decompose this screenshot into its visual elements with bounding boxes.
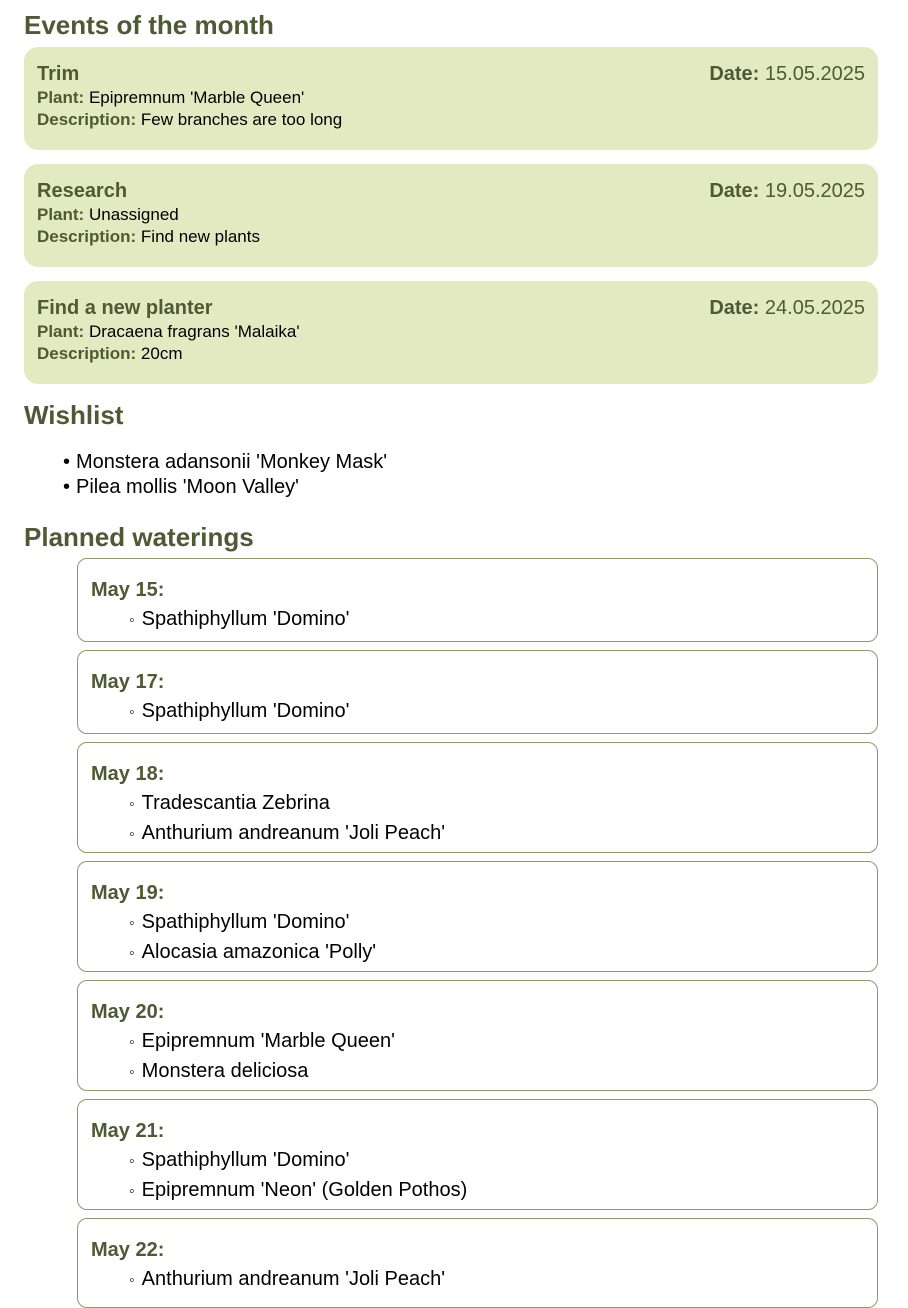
watering-date: May 19: [91, 882, 165, 904]
watering-plants: Anthurium andreanum 'Joli Peach' [91, 1265, 864, 1295]
event-plant: Plant: Unassigned [37, 204, 865, 226]
watering-plant: Epipremnum 'Marble Queen' [129, 1027, 864, 1057]
event-name: Research [37, 180, 128, 202]
watering-card[interactable]: May 18: Tradescantia Zebrina Anthurium a… [77, 742, 878, 853]
watering-plant: Anthurium andreanum 'Joli Peach' [129, 819, 864, 849]
event-name: Trim [37, 63, 80, 85]
plant-value: Unassigned [88, 205, 179, 224]
page: Events of the month Trim Date: 15.05.202… [0, 0, 908, 1308]
description-label: Description: [37, 344, 137, 363]
description-value: Find new plants [140, 227, 260, 246]
watering-card[interactable]: May 22: Anthurium andreanum 'Joli Peach' [77, 1218, 878, 1308]
watering-plant: Alocasia amazonica 'Polly' [129, 938, 864, 968]
watering-plant: Spathiphyllum 'Domino' [129, 1146, 864, 1176]
event-plant: Plant: Dracaena fragrans 'Malaika' [37, 321, 865, 343]
event-card[interactable]: Find a new planter Date: 24.05.2025 Plan… [24, 281, 878, 384]
watering-plant: Epipremnum 'Neon' (Golden Pothos) [129, 1176, 864, 1206]
watering-card[interactable]: May 20: Epipremnum 'Marble Queen' Monste… [77, 980, 878, 1091]
event-date: Date: 19.05.2025 [709, 180, 865, 203]
watering-card[interactable]: May 17: Spathiphyllum 'Domino' [77, 650, 878, 734]
plant-label: Plant: [37, 88, 85, 107]
date-label: Date: [709, 180, 760, 202]
watering-card[interactable]: May 21: Spathiphyllum 'Domino' Epipremnu… [77, 1099, 878, 1210]
watering-plant: Tradescantia Zebrina [129, 789, 864, 819]
watering-date: May 17: [91, 671, 165, 693]
watering-date: May 18: [91, 763, 165, 785]
wishlist-title: Wishlist [24, 400, 124, 430]
waterings-list: May 15: Spathiphyllum 'Domino' May 17: S… [77, 558, 878, 1308]
event-card[interactable]: Research Date: 19.05.2025 Plant: Unassig… [24, 164, 878, 267]
waterings-title: Planned waterings [24, 522, 254, 552]
event-date: Date: 15.05.2025 [709, 63, 865, 86]
watering-date: May 15: [91, 579, 165, 601]
description-value: 20cm [140, 344, 183, 363]
event-description: Description: Find new plants [37, 226, 865, 248]
watering-plant: Spathiphyllum 'Domino' [129, 605, 864, 635]
events-title: Events of the month [24, 10, 274, 40]
description-label: Description: [37, 110, 137, 129]
watering-plants: Spathiphyllum 'Domino' Epipremnum 'Neon'… [91, 1146, 864, 1206]
date-value: 15.05.2025 [764, 63, 865, 85]
event-description: Description: 20cm [37, 343, 865, 365]
events-list: Trim Date: 15.05.2025 Plant: Epipremnum … [24, 47, 878, 384]
description-value: Few branches are too long [140, 110, 343, 129]
event-date: Date: 24.05.2025 [709, 297, 865, 320]
watering-plants: Spathiphyllum 'Domino' [91, 605, 864, 635]
watering-plants: Epipremnum 'Marble Queen' Monstera delic… [91, 1027, 864, 1087]
watering-date: May 22: [91, 1239, 165, 1261]
date-label: Date: [709, 297, 760, 319]
date-value: 19.05.2025 [764, 180, 865, 202]
date-value: 24.05.2025 [764, 297, 865, 319]
event-name: Find a new planter [37, 297, 213, 319]
watering-date: May 20: [91, 1001, 165, 1023]
plant-label: Plant: [37, 322, 85, 341]
plant-label: Plant: [37, 205, 85, 224]
wishlist-item: Monstera adansonii 'Monkey Mask' [63, 450, 878, 475]
watering-plant: Anthurium andreanum 'Joli Peach' [129, 1265, 864, 1295]
wishlist: Monstera adansonii 'Monkey Mask' Pilea m… [24, 450, 878, 500]
plant-value: Dracaena fragrans 'Malaika' [88, 322, 300, 341]
plant-value: Epipremnum 'Marble Queen' [88, 88, 305, 107]
watering-date: May 21: [91, 1120, 165, 1142]
event-card[interactable]: Trim Date: 15.05.2025 Plant: Epipremnum … [24, 47, 878, 150]
watering-plant: Spathiphyllum 'Domino' [129, 697, 864, 727]
watering-plants: Spathiphyllum 'Domino' Alocasia amazonic… [91, 908, 864, 968]
watering-card[interactable]: May 19: Spathiphyllum 'Domino' Alocasia … [77, 861, 878, 972]
date-label: Date: [709, 63, 760, 85]
watering-plants: Spathiphyllum 'Domino' [91, 697, 864, 727]
event-description: Description: Few branches are too long [37, 109, 865, 131]
watering-plant: Monstera deliciosa [129, 1057, 864, 1087]
watering-card[interactable]: May 15: Spathiphyllum 'Domino' [77, 558, 878, 642]
description-label: Description: [37, 227, 137, 246]
wishlist-item: Pilea mollis 'Moon Valley' [63, 475, 878, 500]
event-plant: Plant: Epipremnum 'Marble Queen' [37, 87, 865, 109]
watering-plant: Spathiphyllum 'Domino' [129, 908, 864, 938]
watering-plants: Tradescantia Zebrina Anthurium andreanum… [91, 789, 864, 849]
